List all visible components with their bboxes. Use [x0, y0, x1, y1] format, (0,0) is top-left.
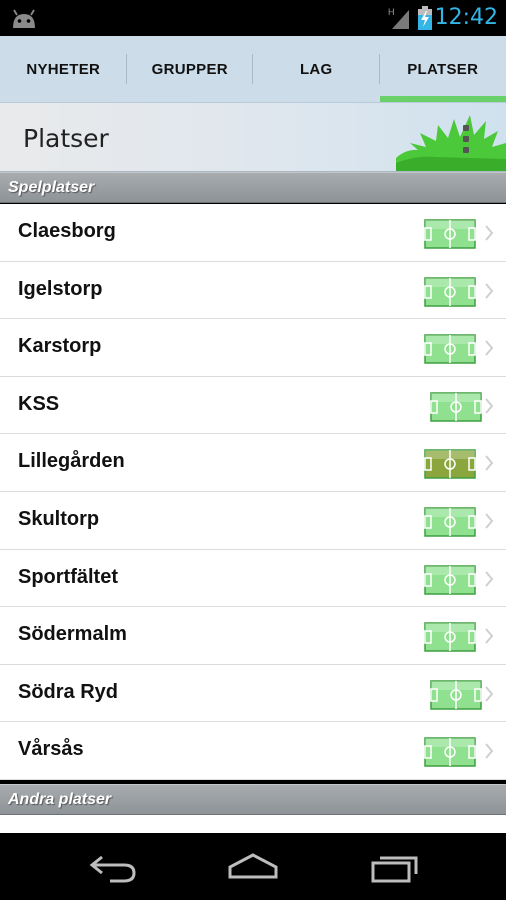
places-list: Claesborg Igelstorp Karstorp KSS Lillegården…	[0, 204, 506, 780]
back-icon[interactable]	[88, 851, 138, 883]
football-field-icon	[424, 276, 476, 307]
football-field-icon	[424, 564, 476, 595]
list-item-label: Sportfältet	[18, 565, 118, 588]
tab-label: PLATSER	[407, 60, 479, 78]
chevron-right-icon	[485, 513, 494, 529]
signal-icon: H	[388, 7, 409, 29]
recent-apps-icon[interactable]	[370, 851, 420, 883]
tab-label: NYHETER	[26, 60, 101, 78]
section-title: Spelplatser	[8, 179, 95, 196]
battery-charging-icon	[418, 6, 432, 30]
list-item-label: Igelstorp	[18, 277, 103, 300]
chevron-right-icon	[485, 282, 494, 299]
football-field-icon	[424, 219, 476, 249]
tab-bar: NYHETER GRUPPER LAG PLATSER	[0, 36, 506, 103]
list-item-label: Lillegården	[18, 450, 125, 473]
list-item-partial	[0, 815, 506, 833]
chevron-right-icon	[485, 570, 494, 587]
tab-grupper[interactable]: GRUPPER	[127, 36, 254, 102]
tab-label: GRUPPER	[151, 60, 228, 78]
football-field-icon	[424, 449, 476, 480]
football-field-icon	[424, 737, 476, 768]
page-title: Platser	[23, 124, 109, 153]
list-item[interactable]: Lillegården	[0, 434, 506, 492]
status-clock: 12:42	[434, 5, 498, 30]
tab-label: LAG	[299, 60, 333, 78]
list-item-label: Skultorp	[18, 507, 100, 530]
tab-indicator	[379, 96, 506, 102]
list-item[interactable]: Södermalm	[0, 607, 506, 665]
section-header-andra-platser: Andra platser	[0, 784, 506, 815]
list-item-label: Claesborg	[18, 220, 116, 242]
list-item[interactable]: Karstorp	[0, 319, 506, 377]
football-field-icon	[430, 680, 482, 710]
home-icon[interactable]	[228, 851, 278, 883]
chevron-right-icon	[485, 455, 494, 472]
chevron-right-icon	[485, 743, 494, 759]
svg-text:H: H	[388, 7, 395, 17]
list-item[interactable]: Södra Ryd	[0, 664, 506, 723]
list-item[interactable]: Igelstorp	[0, 261, 506, 320]
list-item-label: Karstorp	[18, 335, 102, 358]
chevron-right-icon	[485, 628, 494, 644]
list-item[interactable]: KSS	[0, 376, 506, 435]
chevron-right-icon	[485, 340, 494, 356]
chevron-right-icon	[485, 686, 494, 702]
list-item-label: KSS	[18, 392, 60, 415]
list-item[interactable]: Sportfältet	[0, 549, 506, 608]
football-field-icon	[424, 507, 476, 537]
android-debug-icon	[13, 9, 35, 28]
list-item[interactable]: Claesborg	[0, 204, 506, 262]
football-field-icon	[424, 622, 476, 652]
section-header-spelplatser: Spelplatser	[0, 172, 506, 203]
football-field-icon	[424, 334, 476, 364]
chevron-right-icon	[485, 398, 494, 414]
section-title: Andra platser	[8, 791, 112, 808]
tab-platser[interactable]: PLATSER	[379, 36, 506, 102]
list-item[interactable]: Skultorp	[0, 491, 506, 550]
football-field-icon	[430, 392, 482, 422]
list-item-label: Vårsås	[18, 738, 84, 761]
tab-nyheter[interactable]: NYHETER	[0, 36, 127, 102]
tab-lag[interactable]: LAG	[253, 36, 380, 102]
navigation-bar	[0, 833, 506, 900]
status-bar: H 12:42	[0, 0, 506, 36]
grass-logo	[396, 115, 506, 171]
list-item-label: Södra Ryd	[18, 680, 119, 703]
overflow-menu-icon[interactable]	[462, 125, 470, 157]
list-item-label: Södermalm	[18, 623, 127, 646]
list-item[interactable]: Vårsås	[0, 722, 506, 780]
page-header: Platser	[0, 103, 506, 172]
chevron-right-icon	[485, 225, 494, 241]
